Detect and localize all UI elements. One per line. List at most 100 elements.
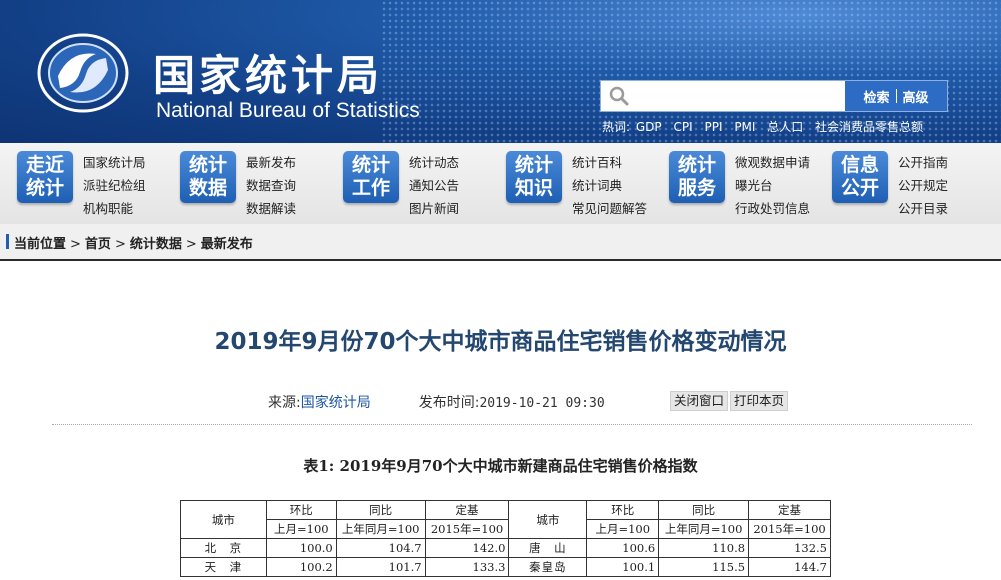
column-header: 定基 <box>748 500 831 520</box>
nav-badge-line: 统计 <box>188 154 227 176</box>
breadcrumb-stats-data[interactable]: 统计数据 <box>130 237 182 252</box>
nav-link[interactable]: 派驻纪检组 <box>83 174 146 197</box>
publish-time: 2019-10-21 09:30 <box>479 396 605 411</box>
nav-badge-data[interactable]: 统计 数据 <box>180 151 236 203</box>
nav-badge-line: 统计 <box>677 154 716 176</box>
nav-link[interactable]: 图片新闻 <box>409 197 459 220</box>
advanced-search-button[interactable]: 高级 <box>903 87 929 106</box>
column-header: 环比 <box>586 500 660 520</box>
nav-badge-line: 统计 <box>25 177 64 199</box>
hot-words-label: 热词: <box>602 120 631 134</box>
main-nav: 走近 统计 国家统计局 派驻纪检组 机构职能 统计 数据 最新发布 数据查询 数… <box>0 143 1001 225</box>
nav-link[interactable]: 国家统计局 <box>83 151 146 174</box>
nav-badge-line: 数据 <box>188 177 227 199</box>
hot-word-link[interactable]: PPI <box>704 120 722 134</box>
nav-link[interactable]: 曝光台 <box>735 174 810 197</box>
nav-link[interactable]: 统计词典 <box>572 174 647 197</box>
article-title: 2019年9月份70个大中城市商品住宅销售价格变动情况 <box>214 329 787 355</box>
table-cell: 144.7 <box>748 557 831 577</box>
column-subheader: 2015年=100 <box>424 519 510 539</box>
nav-link[interactable]: 公开规定 <box>898 174 948 197</box>
breadcrumb-marker <box>6 234 9 249</box>
nav-badge-work[interactable]: 统计 工作 <box>343 151 399 203</box>
table-cell: 110.8 <box>658 538 750 558</box>
nav-badge-line: 信息 <box>840 154 879 176</box>
nav-badge-knowledge[interactable]: 统计 知识 <box>506 151 562 203</box>
nav-badge-line: 知识 <box>514 177 553 199</box>
table-cell: 133.3 <box>424 557 510 577</box>
search-input[interactable] <box>637 83 841 109</box>
breadcrumb-label: 当前位置 <box>14 237 67 252</box>
print-page-button[interactable]: 打印本页 <box>730 391 789 411</box>
nav-link[interactable]: 统计百科 <box>572 151 647 174</box>
breadcrumb-latest[interactable]: 最新发布 <box>201 237 253 252</box>
column-subheader: 上月=100 <box>586 519 660 539</box>
table-header-row: 城市 环比 同比 定基 城市 环比 同比 定基 <box>180 500 831 539</box>
table-cell-city: 秦皇岛 <box>508 557 588 577</box>
nav-links-knowledge: 统计百科 统计词典 常见问题解答 <box>572 151 647 220</box>
table-cell: 100.2 <box>265 557 337 577</box>
column-subheader: 上年同月=100 <box>335 519 426 539</box>
nav-link[interactable]: 公开目录 <box>898 197 948 220</box>
table-cell: 142.0 <box>424 538 510 558</box>
search-actions: 检索 高级 <box>845 81 947 111</box>
table-cell: 132.5 <box>748 538 831 558</box>
column-header: 同比 <box>658 500 750 520</box>
hot-word-link[interactable]: PMI <box>734 120 755 134</box>
nav-link[interactable]: 统计动态 <box>409 151 459 174</box>
breadcrumb-separator: > <box>185 237 197 252</box>
article-meta: 来源:国家统计局 发布时间:2019-10-21 09:30 <box>268 392 605 412</box>
nav-links-about: 国家统计局 派驻纪检组 机构职能 <box>83 151 146 220</box>
site-banner: 国家统计局 National Bureau of Statistics 检索 高… <box>0 0 1001 143</box>
publish-time-label: 发布时间: <box>418 395 480 411</box>
nav-link[interactable]: 微观数据申请 <box>735 151 810 174</box>
nav-links-service: 微观数据申请 曝光台 行政处罚信息 <box>735 151 810 220</box>
nav-badge-service[interactable]: 统计 服务 <box>669 151 725 203</box>
nav-link[interactable]: 最新发布 <box>246 151 296 174</box>
table-cell-city: 唐 山 <box>508 538 588 558</box>
nav-link[interactable]: 通知公告 <box>409 174 459 197</box>
column-subheader: 上年同月=100 <box>658 519 750 539</box>
nav-badge-line: 工作 <box>351 177 390 199</box>
search-button[interactable]: 检索 <box>863 87 889 106</box>
nav-links-work: 统计动态 通知公告 图片新闻 <box>409 151 459 220</box>
hot-words: 热词: GDP CPI PPI PMI 总人口 社会消费品零售总额 <box>602 118 931 135</box>
nbs-logo-icon[interactable] <box>36 32 130 114</box>
nav-link[interactable]: 常见问题解答 <box>572 197 647 220</box>
hot-word-link[interactable]: 社会消费品零售总额 <box>815 120 923 134</box>
nav-badge-line: 统计 <box>351 154 390 176</box>
hot-word-link[interactable]: CPI <box>673 120 692 134</box>
table-caption: 表1: 2019年9月70个大中城市新建商品住宅销售价格指数 <box>303 457 698 475</box>
nav-link[interactable]: 公开指南 <box>898 151 948 174</box>
site-title-cn[interactable]: 国家统计局 <box>153 42 383 103</box>
column-header-city: 城市 <box>508 500 588 539</box>
nav-link[interactable]: 数据解读 <box>246 197 296 220</box>
table-cell: 100.0 <box>265 538 337 558</box>
nav-badge-about[interactable]: 走近 统计 <box>17 151 73 203</box>
nav-link[interactable]: 机构职能 <box>83 197 146 220</box>
search-icon <box>609 86 629 106</box>
nav-link[interactable]: 数据查询 <box>246 174 296 197</box>
hot-word-link[interactable]: GDP <box>636 120 662 134</box>
table-cell-city: 天 津 <box>180 557 267 577</box>
column-subheader: 上月=100 <box>265 519 337 539</box>
table-cell: 104.7 <box>335 538 426 558</box>
nav-link[interactable]: 行政处罚信息 <box>735 197 810 220</box>
close-window-button[interactable]: 关闭窗口 <box>670 391 729 411</box>
nav-badge-line: 服务 <box>677 177 716 199</box>
hot-word-link[interactable]: 总人口 <box>767 120 803 134</box>
breadcrumb-path: 当前位置 > 首页 > 统计数据 > 最新发布 <box>14 233 253 252</box>
search-box: 检索 高级 <box>600 80 948 112</box>
column-header: 定基 <box>424 500 510 520</box>
content-divider <box>52 424 972 425</box>
breadcrumb-home[interactable]: 首页 <box>85 237 111 252</box>
table-row: 天 津 100.2 101.7 133.3 秦皇岛 100.1 115.5 14… <box>180 557 831 577</box>
table-cell-city: 北 京 <box>180 538 267 558</box>
table-cell: 100.6 <box>586 538 660 558</box>
table-cell: 100.1 <box>586 557 660 577</box>
source-link[interactable]: 国家统计局 <box>301 395 371 411</box>
nav-badge-disclosure[interactable]: 信息 公开 <box>832 151 888 203</box>
breadcrumb-separator: > <box>70 237 81 252</box>
nav-badge-line: 走近 <box>25 154 64 176</box>
site-title-en[interactable]: National Bureau of Statistics <box>156 99 420 123</box>
